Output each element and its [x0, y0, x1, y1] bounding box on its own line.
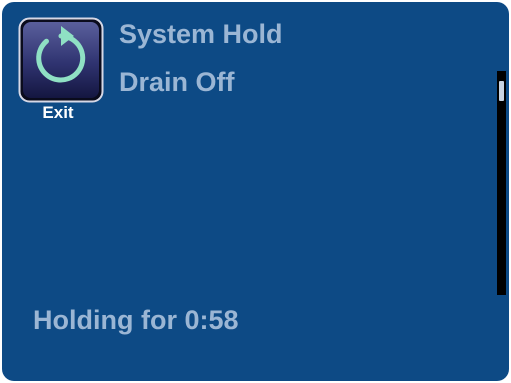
scrollbar-thumb[interactable]: [499, 81, 504, 101]
undo-arrow-icon: [18, 17, 104, 103]
hold-countdown: Holding for 0:58: [33, 305, 239, 335]
page-title: System Hold: [119, 19, 283, 49]
hold-screen: Exit System Hold Drain Off Holding for 0…: [2, 2, 509, 381]
hold-reason: Drain Off: [119, 67, 235, 97]
exit-button[interactable]: Exit: [18, 17, 104, 127]
scrollbar[interactable]: [497, 71, 506, 295]
exit-label: Exit: [42, 103, 74, 122]
